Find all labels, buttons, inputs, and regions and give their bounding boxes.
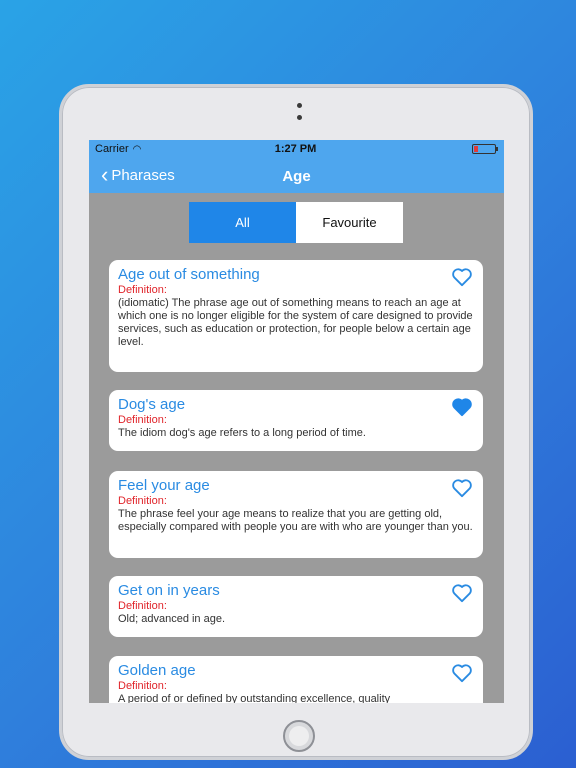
segment-all[interactable]: All	[189, 202, 296, 243]
camera-icon	[297, 103, 302, 108]
phrase-title: Age out of something	[118, 266, 260, 283]
definition-label: Definition:	[118, 600, 167, 612]
phrase-title: Feel your age	[118, 477, 210, 494]
phrase-card[interactable]: Get on in years Definition: Old; advance…	[109, 576, 483, 637]
filter-segmented-control: All Favourite	[189, 202, 403, 243]
home-button[interactable]	[283, 720, 315, 752]
phrase-card[interactable]: Age out of something Definition: (idioma…	[109, 260, 483, 372]
phrase-title: Golden age	[118, 662, 196, 679]
app-screen: Carrier ◠ 1:27 PM ‹ Pharases Age All Favo…	[89, 140, 504, 703]
phrase-meaning: Old; advanced in age.	[118, 613, 226, 625]
heart-outline-icon[interactable]	[451, 267, 473, 287]
definition-label: Definition:	[118, 680, 167, 692]
definition-label: Definition:	[118, 495, 167, 507]
phrase-title: Get on in years	[118, 582, 220, 599]
page-title: Age	[282, 168, 311, 185]
phrase-card[interactable]: Feel your age Definition: The phrase fee…	[109, 471, 483, 558]
definition-label: Definition:	[118, 284, 167, 296]
phrase-title: Dog's age	[118, 396, 186, 413]
phrase-meaning: The phrase feel your age means to realiz…	[118, 508, 473, 533]
definition-label: Definition:	[118, 414, 167, 426]
heart-outline-icon[interactable]	[451, 478, 473, 498]
heart-outline-icon[interactable]	[451, 663, 473, 683]
navigation-bar: Carrier ◠ 1:27 PM ‹ Pharases Age	[89, 140, 504, 193]
status-bar: Carrier ◠ 1:27 PM	[95, 143, 498, 157]
clock-time: 1:27 PM	[274, 143, 317, 155]
phrase-meaning: A period of or defined by outstanding ex…	[118, 693, 391, 703]
phrase-card[interactable]: Golden age Definition: A period of or de…	[109, 656, 483, 703]
battery-icon	[472, 144, 498, 154]
phrase-meaning: (idiomatic) The phrase age out of someth…	[118, 297, 473, 348]
heart-filled-icon[interactable]	[451, 397, 473, 417]
phrase-meaning: The idiom dog's age refers to a long per…	[118, 427, 366, 439]
heart-outline-icon[interactable]	[451, 583, 473, 603]
sensor-icon	[297, 115, 302, 120]
phrase-card[interactable]: Dog's age Definition: The idiom dog's ag…	[109, 390, 483, 451]
segment-favourite[interactable]: Favourite	[296, 202, 403, 243]
